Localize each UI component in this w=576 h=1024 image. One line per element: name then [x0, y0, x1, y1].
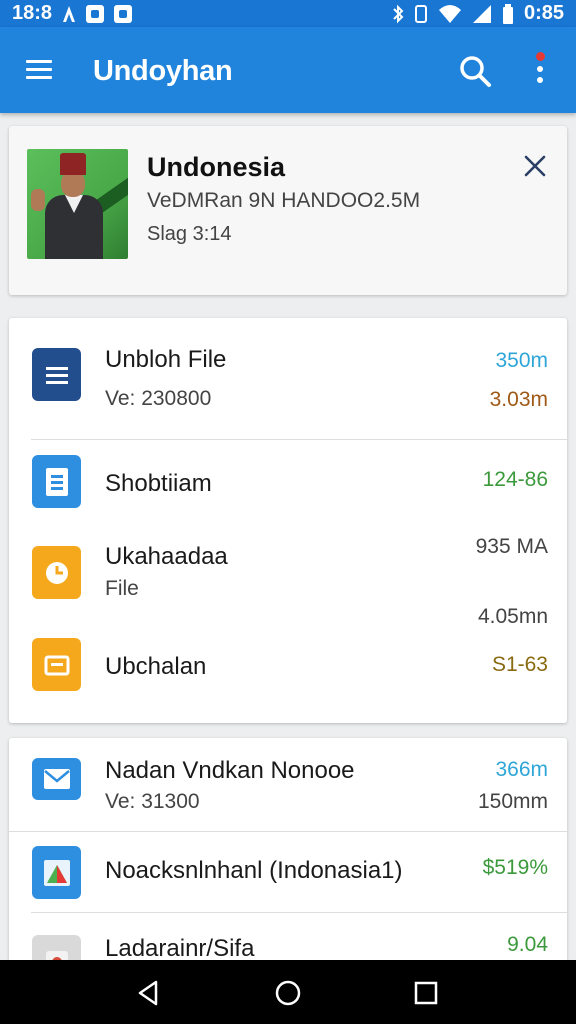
clock-icon	[32, 546, 81, 599]
list-item[interactable]: Unbloh File Ve: 230800 350m 3.03m	[9, 318, 567, 438]
status-time: 18:8	[12, 2, 53, 24]
status-bar: 18:8 0:85	[0, 0, 576, 27]
navigation-bar	[0, 960, 576, 1024]
file-list-card: Nadan Vndkan Nonooe Ve: 31300 366m 150mm…	[9, 738, 567, 960]
item-title: Shobtiiam	[105, 470, 212, 497]
item-progress: 4.05mn	[477, 605, 548, 628]
item-size: 124-86	[482, 468, 548, 491]
close-icon[interactable]	[521, 152, 549, 180]
item-progress: 3.03m	[489, 388, 548, 411]
item-size: 366m	[495, 758, 548, 781]
a-icon	[63, 5, 76, 22]
item-subtitle: File	[105, 577, 139, 600]
featured-thumbnail	[27, 149, 128, 259]
package-icon	[32, 935, 81, 960]
item-subtitle: Ve: 230800	[105, 387, 212, 410]
image-icon	[32, 846, 81, 899]
item-title: Ukahaadaa	[105, 543, 228, 570]
list-item[interactable]: Noacksnlnhanl (Indonasia1) $519%	[9, 832, 567, 912]
item-title: Ladarainr/Sifa	[105, 935, 255, 960]
item-size: 9.04	[507, 933, 548, 956]
search-icon[interactable]	[458, 54, 492, 88]
item-progress: 150mm	[477, 790, 548, 813]
list-item[interactable]: Ukahaadaa File 935 MA 4.05mn	[9, 520, 567, 635]
notification-box-icon	[86, 4, 105, 23]
battery-icon	[502, 3, 513, 24]
bluetooth-icon	[393, 4, 404, 23]
notification-box-icon	[114, 4, 133, 23]
featured-card[interactable]: Undonesia VeDMRan 9N HANDOO2.5M Slag 3:1…	[9, 126, 567, 295]
menu-icon[interactable]	[26, 60, 52, 80]
status-left: 18:8	[12, 2, 133, 25]
item-size: 935 MA	[475, 535, 548, 558]
status-right: 0:85	[392, 2, 564, 25]
app-bar: Undoyhan	[0, 27, 576, 113]
featured-title: Undonesia	[147, 152, 286, 182]
recents-icon[interactable]	[411, 978, 441, 1008]
app-title: Undoyhan	[93, 55, 233, 87]
item-size: $519%	[482, 856, 548, 879]
list-item[interactable]: Shobtiiam 124-86	[9, 440, 567, 520]
more-options-icon[interactable]	[528, 52, 552, 88]
document-icon	[32, 348, 81, 401]
featured-subtitle: VeDMRan 9N HANDOO2.5M	[147, 189, 421, 212]
wifi-icon	[438, 4, 461, 23]
item-size: 350m	[495, 349, 548, 372]
list-item[interactable]: Ubchalan S1-63	[9, 635, 567, 715]
list-item[interactable]: Ladarainr/Sifa 9.04	[9, 913, 567, 960]
back-icon[interactable]	[134, 978, 164, 1008]
item-title: Unbloh File	[105, 346, 227, 373]
status-clock: 0:85	[523, 2, 564, 24]
item-title: Noacksnlnhanl (Indonasia1)	[105, 857, 403, 884]
download-list-card: Unbloh File Ve: 230800 350m 3.03m Shobti…	[9, 318, 567, 723]
vibrate-icon	[414, 4, 427, 23]
signal-icon	[472, 4, 491, 23]
item-title: Nadan Vndkan Nonooe	[105, 757, 355, 784]
home-icon[interactable]	[273, 978, 303, 1008]
list-item[interactable]: Nadan Vndkan Nonooe Ve: 31300 366m 150mm	[9, 738, 567, 830]
file-icon	[32, 455, 81, 508]
folder-icon	[32, 638, 81, 691]
mail-icon	[32, 758, 81, 800]
item-subtitle: Ve: 31300	[105, 790, 200, 813]
item-title: Ubchalan	[105, 653, 207, 680]
featured-meta: Slag 3:14	[147, 223, 232, 245]
item-size: S1-63	[491, 653, 548, 676]
